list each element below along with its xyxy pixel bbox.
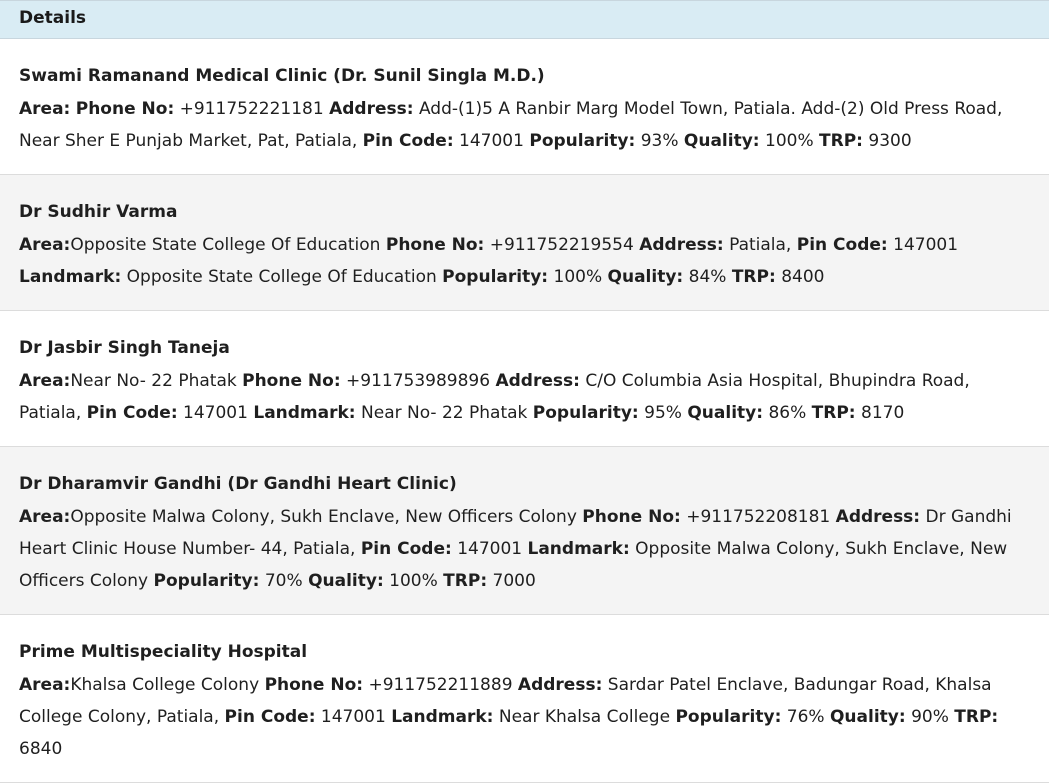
pin-value: 147001 (183, 403, 248, 423)
landmark-value: Near No- 22 Phatak (361, 403, 528, 423)
pin-label: Pin Code: (86, 403, 178, 423)
popularity-label: Popularity: (153, 571, 260, 591)
trp-value: 9300 (868, 131, 912, 151)
table-row: Dr Jasbir Singh Taneja Area:Near No- 22 P… (0, 311, 1049, 447)
phone-label: Phone No: (264, 675, 364, 695)
area-value: Opposite State College Of Education (70, 235, 381, 255)
phone-label: Phone No: (242, 371, 341, 391)
trp-label: TRP: (811, 403, 856, 423)
landmark-label: Landmark: (527, 539, 630, 559)
address-label: Address: (835, 507, 921, 527)
area-value: Opposite Malwa Colony, Sukh Enclave, New… (70, 507, 577, 527)
quality-value: 100% (765, 131, 814, 151)
phone-label: Phone No: (75, 99, 175, 119)
pin-label: Pin Code: (224, 707, 316, 727)
popularity-value: 93% (640, 131, 679, 151)
pin-value: 147001 (459, 131, 524, 151)
address-value: Patiala, (729, 235, 792, 255)
popularity-value: 100% (553, 267, 603, 287)
quality-label: Quality: (308, 571, 384, 591)
clinic-name: Swami Ramanand Medical Clinic (Dr. Sunil… (19, 66, 545, 86)
area-label: Area: (19, 675, 71, 695)
table-row: Dr Sudhir Varma Area:Opposite State Colle… (0, 175, 1049, 311)
trp-value: 8400 (781, 267, 825, 287)
table-row: Prime Multispeciality Hospital Area:Khals… (0, 615, 1049, 783)
pin-value: 147001 (457, 539, 523, 559)
table-row: Swami Ramanand Medical Clinic (Dr. Sunil… (0, 39, 1049, 175)
phone-value: +911752221181 (179, 99, 324, 119)
pin-label: Pin Code: (360, 539, 452, 559)
landmark-value: Near Khalsa College (498, 707, 671, 727)
popularity-label: Popularity: (532, 403, 639, 423)
details-table: Details Swami Ramanand Medical Clinic (D… (0, 0, 1049, 783)
area-label: Area: (19, 371, 71, 391)
pin-value: 147001 (893, 235, 959, 255)
address-label: Address: (639, 235, 724, 255)
table-header: Details (0, 1, 1049, 39)
header-title: Details (19, 8, 87, 28)
pin-label: Pin Code: (796, 235, 888, 255)
trp-value: 8170 (861, 403, 905, 423)
phone-value: +911752208181 (686, 507, 831, 527)
trp-label: TRP: (443, 571, 488, 591)
clinic-name: Prime Multispeciality Hospital (19, 642, 308, 662)
trp-label: TRP: (954, 707, 999, 727)
trp-value: 7000 (492, 571, 536, 591)
quality-label: Quality: (683, 131, 760, 151)
address-label: Address: (329, 99, 414, 119)
clinic-name: Dr Sudhir Varma (19, 202, 178, 222)
phone-label: Phone No: (385, 235, 485, 255)
quality-label: Quality: (607, 267, 684, 287)
phone-value: +911752219554 (489, 235, 634, 255)
popularity-label: Popularity: (442, 267, 549, 287)
clinic-name: Dr Dharamvir Gandhi (Dr Gandhi Heart Cli… (19, 474, 457, 494)
landmark-value: Opposite State College Of Education (126, 267, 437, 287)
trp-label: TRP: (731, 267, 776, 287)
phone-value: +911752211889 (368, 675, 513, 695)
landmark-label: Landmark: (253, 403, 356, 423)
popularity-label: Popularity: (675, 707, 782, 727)
quality-value: 100% (389, 571, 438, 591)
area-value: Khalsa College Colony (70, 675, 260, 695)
details-rows: Swami Ramanand Medical Clinic (Dr. Sunil… (0, 39, 1049, 783)
trp-value: 6840 (19, 739, 63, 759)
popularity-label: Popularity: (529, 131, 636, 151)
clinic-name: Dr Jasbir Singh Taneja (19, 338, 230, 358)
quality-value: 84% (688, 267, 727, 287)
popularity-value: 76% (786, 707, 825, 727)
area-label: Area: (19, 235, 71, 255)
area-label: Area: (19, 99, 71, 119)
phone-label: Phone No: (582, 507, 681, 527)
quality-value: 90% (911, 707, 949, 727)
quality-label: Quality: (687, 403, 764, 423)
popularity-value: 70% (264, 571, 303, 591)
area-label: Area: (19, 507, 71, 527)
address-label: Address: (495, 371, 580, 391)
phone-value: +911753989896 (346, 371, 491, 391)
address-label: Address: (517, 675, 603, 695)
pin-label: Pin Code: (362, 131, 454, 151)
popularity-value: 95% (644, 403, 682, 423)
landmark-label: Landmark: (391, 707, 494, 727)
table-row: Dr Dharamvir Gandhi (Dr Gandhi Heart Cli… (0, 447, 1049, 615)
landmark-label: Landmark: (19, 267, 122, 287)
quality-value: 86% (768, 403, 807, 423)
quality-label: Quality: (829, 707, 906, 727)
trp-label: TRP: (819, 131, 863, 151)
area-value: Near No- 22 Phatak (70, 371, 237, 391)
pin-value: 147001 (320, 707, 386, 727)
